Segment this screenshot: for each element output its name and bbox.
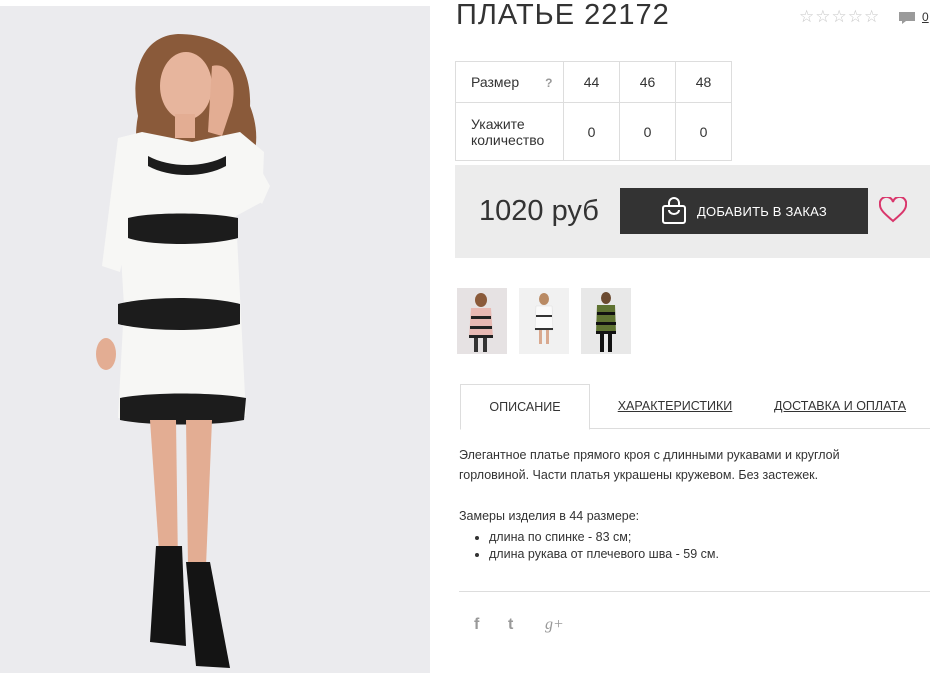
product-title: ПЛАТЬЕ 22172 (456, 0, 670, 31)
comment-icon[interactable] (898, 11, 916, 25)
star-icon[interactable]: ☆ (848, 8, 863, 26)
price: 1020 руб (479, 195, 599, 227)
add-to-order-button[interactable]: ДОБАВИТЬ В ЗАКАЗ (620, 188, 868, 234)
star-icon[interactable]: ☆ (864, 8, 879, 26)
divider (459, 591, 930, 592)
size-48: 48 (675, 61, 732, 103)
shopping-bag-icon (662, 197, 687, 224)
add-to-order-label: ДОБАВИТЬ В ЗАКАЗ (697, 203, 827, 219)
thumbnail-pink-dress[interactable] (457, 288, 507, 354)
main-product-photo[interactable] (0, 6, 430, 673)
product-tabs: ОПИСАНИЕ ХАРАКТЕРИСТИКИ ДОСТАВКА И ОПЛАТ… (460, 384, 930, 430)
size-label-cell: Размер? (455, 61, 564, 103)
google-plus-icon[interactable]: g+ (545, 616, 564, 634)
tab-description[interactable]: ОПИСАНИЕ (460, 384, 590, 430)
quantity-input-46[interactable]: 0 (619, 102, 676, 161)
star-icon[interactable]: ☆ (799, 8, 814, 26)
quantity-input-44[interactable]: 0 (563, 102, 620, 161)
size-help-icon[interactable]: ? (545, 76, 552, 90)
thumbnail-green-dress[interactable] (581, 288, 631, 354)
measures-list: длина по спинке - 83 см; длина рукава от… (474, 529, 719, 563)
purchase-box: 1020 руб ДОБАВИТЬ В ЗАКАЗ (455, 165, 930, 258)
star-icon[interactable]: ☆ (832, 8, 847, 26)
quantity-label-line2: количество (471, 131, 545, 148)
thumbnail-white-dress[interactable] (519, 288, 569, 354)
size-quantity-table: Размер? 44 46 48 Укажите количество 0 0 … (455, 61, 732, 161)
quantity-input-48[interactable]: 0 (675, 102, 732, 161)
size-46: 46 (619, 61, 676, 103)
twitter-icon[interactable]: t (508, 616, 513, 634)
size-label: Размер (471, 74, 520, 90)
quantity-label-cell: Укажите количество (455, 102, 564, 161)
tab-characteristics[interactable]: ХАРАКТЕРИСТИКИ (610, 384, 740, 428)
tab-delivery-payment[interactable]: ДОСТАВКА И ОПЛАТА (765, 384, 915, 428)
heart-icon[interactable] (879, 197, 907, 223)
quantity-label-line1: Укажите (471, 115, 525, 132)
facebook-icon[interactable]: f (474, 616, 479, 634)
list-item: длина рукава от плечевого шва - 59 см. (489, 546, 719, 563)
rating-stars[interactable]: ☆ ☆ ☆ ☆ ☆ (799, 8, 879, 26)
comments-count-link[interactable]: 0 (922, 10, 929, 24)
measures-title: Замеры изделия в 44 размере: (459, 509, 640, 523)
size-44: 44 (563, 61, 620, 103)
star-icon[interactable]: ☆ (815, 8, 830, 26)
description-text: Элегантное платье прямого кроя с длинным… (459, 448, 840, 482)
list-item: длина по спинке - 83 см; (489, 529, 719, 546)
